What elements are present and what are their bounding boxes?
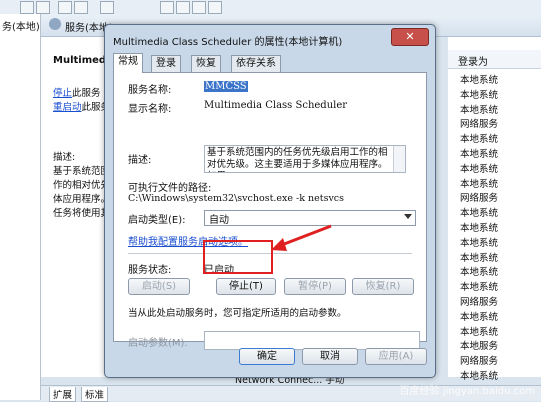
list-row-logon[interactable]: 本地系统 [460,250,498,264]
forward-icon[interactable] [36,1,50,14]
list-row-logon[interactable]: 本地系统 [460,161,498,175]
desc-line: 作的相对优先 [53,180,111,191]
list-row-logon[interactable]: 本地系统 [460,176,498,190]
desc-label: 描述: [53,152,76,163]
desc-line: 体应用程序。 [53,194,111,205]
pointer-arrow-icon [271,224,332,251]
up-icon[interactable] [58,1,72,14]
start-service-icon[interactable] [160,1,174,14]
description-scrollbar[interactable] [393,146,405,172]
service-name-text: MMCSS [204,81,248,92]
tree-item-services[interactable]: 务(本地) [2,18,40,33]
list-row-logon[interactable]: 本地系统 [460,324,498,338]
toolbar [0,0,541,15]
start-params-label: 启动参数(M): [128,338,188,349]
status-label: 服务状态: [128,265,172,276]
startup-type-value: 自动 [209,215,229,226]
properties-icon[interactable] [74,1,88,14]
list-row-logon[interactable]: 本地系统 [460,146,498,160]
list-row-logon[interactable]: 本地系统 [460,368,498,382]
service-name-value[interactable]: MMCSS [204,81,248,92]
general-panel: 服务名称: MMCSS 显示名称: Multimedia Class Sched… [113,72,427,350]
restart-link[interactable]: 重启动 [53,102,82,113]
stop-suffix: 此服务 [72,88,101,99]
startup-type-label: 启动类型(E): [128,215,186,226]
list-row-logon[interactable]: 本地系统 [460,279,498,293]
description-label: 描述: [128,155,152,166]
service-name-label: 服务名称: [128,85,172,96]
list-row-logon[interactable]: 本地系统 [460,235,498,249]
tab-logon[interactable]: 登录 [151,55,181,72]
list-row-logon[interactable]: 本地系统 [460,205,498,219]
pause-button[interactable]: 暂停(P) [284,278,346,295]
desc-line: 任务将使用其 [53,208,111,219]
stop-service-icon[interactable] [176,1,190,14]
list-row-logon[interactable]: 本地系统 [460,72,498,86]
back-icon[interactable] [20,1,34,14]
description-pane: Multimedia 停止此服务 重启动此服务 描述: 基于系统范围 作的相对优… [41,37,116,377]
list-row-logon[interactable]: 本地系统 [460,102,498,116]
list-row-logon[interactable]: 本地系统 [460,309,498,323]
tab-dependencies[interactable]: 依存关系 [231,55,281,72]
chevron-down-icon [404,214,412,219]
ok-button[interactable]: 确定 [239,348,295,365]
stop-button-highlight [203,240,273,274]
column-header-logon-label: 登录为 [458,57,488,68]
apply-button[interactable]: 应用(A) [365,348,427,365]
desc-line: 基于系统范围 [53,166,111,177]
list-row-logon[interactable]: 本地系统 [460,131,498,145]
column-header-logon[interactable]: 登录为 [448,50,541,69]
restart-line: 重启动此服务 [53,99,110,113]
dialog-title-bar[interactable]: Multimedia Class Scheduler 的属性(本地计算机) ✕ [105,25,435,51]
service-properties-dialog: Multimedia Class Scheduler 的属性(本地计算机) ✕ … [104,24,436,378]
list-row-logon[interactable]: 本地服务 [460,338,498,352]
close-button[interactable]: ✕ [391,28,429,46]
list-row-logon[interactable]: 本地系统 [460,87,498,101]
tree-pane: 务(本地) [0,14,41,400]
stop-button[interactable]: 停止(T) [216,278,276,295]
dialog-title: Multimedia Class Scheduler 的属性(本地计算机) [113,37,343,48]
start-button[interactable]: 启动(S) [128,278,190,295]
list-row-logon[interactable]: 网络服务 [460,190,498,204]
start-params-note: 当从此处启动服务时，您可指定所适用的启动参数。 [128,308,347,319]
watermark: 百度经验 jingyan.baidu.com [399,386,535,397]
tab-recovery[interactable]: 恢复 [191,55,221,72]
list-row-logon[interactable]: 网络服务 [460,116,498,130]
list-row-logon[interactable]: 网络服务 [460,294,498,308]
description-text: 基于系统范围内的任务优先级启用工作的相对优先级。这主要适用于多媒体应用程序。如果 [207,147,388,172]
exe-path-label: 可执行文件的路径: [128,183,212,194]
pause-service-icon[interactable] [192,1,206,14]
display-name-label: 显示名称: [128,104,172,115]
display-name-value[interactable]: Multimedia Class Scheduler [204,100,347,111]
search-icon [49,18,61,30]
stop-line: 停止此服务 [53,85,101,99]
close-icon: ✕ [405,30,415,43]
tab-general[interactable]: 常规 [113,53,143,73]
list-row-logon[interactable]: 本地系统 [460,264,498,278]
list-row-logon[interactable]: 网络服务 [460,353,498,367]
exe-path-value: C:\Windows\system32\svchost.exe -k netsv… [128,193,345,204]
help-icon[interactable] [100,1,114,14]
list-row-logon[interactable]: 本地系统 [460,220,498,234]
cancel-button[interactable]: 取消 [302,348,358,365]
resume-button[interactable]: 恢复(R) [352,278,414,295]
description-textbox[interactable]: 基于系统范围内的任务优先级启用工作的相对优先级。这主要适用于多媒体应用程序。如果 [204,145,406,173]
stop-link[interactable]: 停止 [53,88,72,99]
restart-service-icon[interactable] [208,1,222,14]
